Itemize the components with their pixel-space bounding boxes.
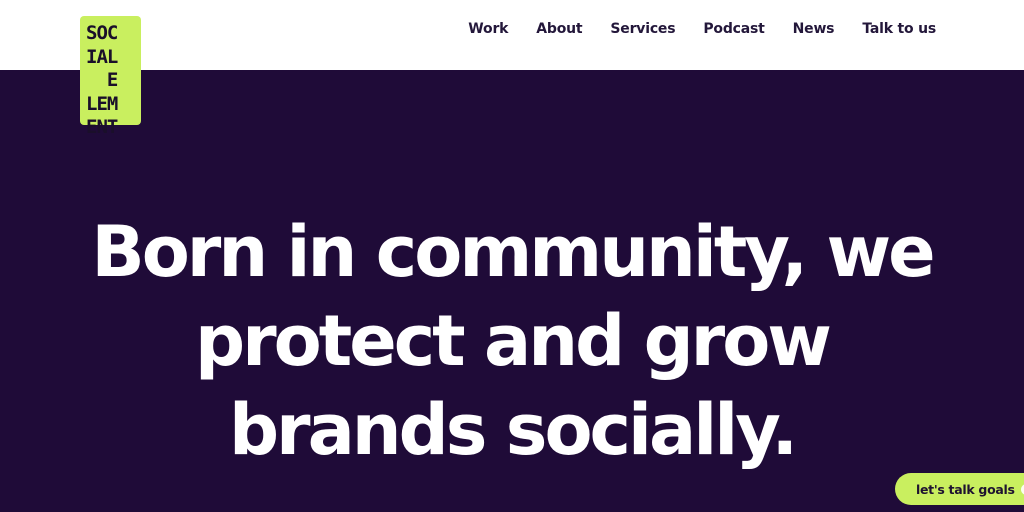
lets-talk-goals-button[interactable]: let's talk goals [895,473,1024,505]
site-header: Work About Services Podcast News Talk to… [0,0,1024,70]
hero-headline-line: brands socially. [228,389,798,471]
logo-text-line: ENT [86,116,118,138]
logo-text-line: E [86,69,118,91]
hero-headline: Born in community, we protect and grow b… [0,208,1024,475]
cta-label: let's talk goals [916,481,1015,497]
main-nav: Work About Services Podcast News Talk to… [468,18,936,40]
hero-section: Born in community, we protect and grow b… [0,208,1024,475]
nav-link-work[interactable]: Work [468,21,508,37]
nav-link-talk-to-us[interactable]: Talk to us [862,21,936,37]
hero-headline-line: Born in community, we [91,211,935,293]
nav-link-services[interactable]: Services [610,21,675,37]
logo-text-line: LEM [86,92,118,115]
nav-link-about[interactable]: About [536,21,582,37]
logo-text-line: IAL [86,45,118,68]
nav-link-news[interactable]: News [793,21,835,37]
hero-headline-line: protect and grow [195,300,832,382]
logo-text-line: SOC [86,22,118,44]
chat-bubble-icon [1020,483,1024,495]
brand-logo[interactable]: SOC IAL E LEM ENT [80,16,141,138]
nav-link-podcast[interactable]: Podcast [703,21,764,37]
